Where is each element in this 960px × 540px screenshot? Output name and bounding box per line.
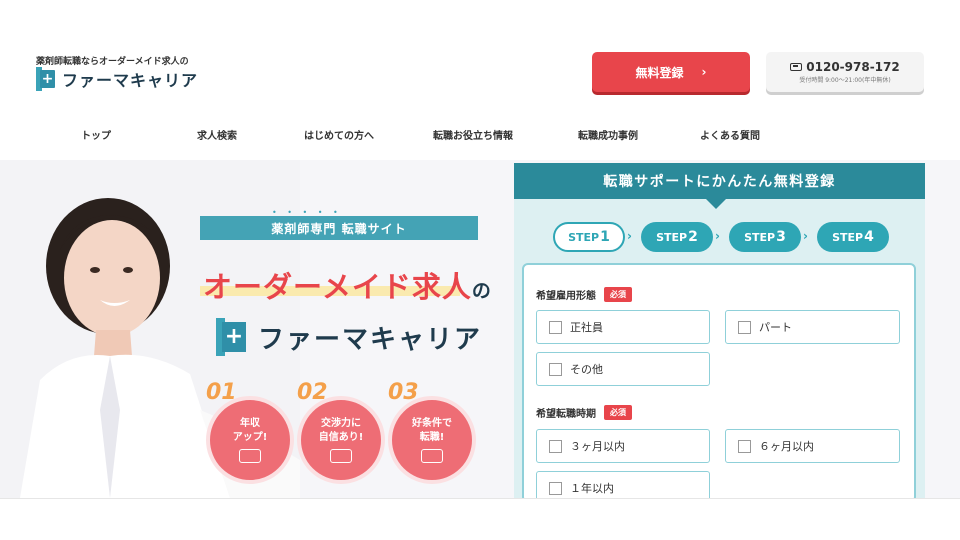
site-header: 薬剤師転職ならオーダーメイド求人の + ファーマキャリア 無料登録 › 0120… (0, 0, 960, 160)
employment-type-label: 希望雇用形態 必須 (536, 287, 632, 302)
feature-salary-up: 年収 アップ! (206, 396, 294, 484)
option-other[interactable]: その他 (536, 352, 710, 386)
phone-contact-button[interactable]: 0120-978-172 受付時間 9:00〜21:00(年中無休) (766, 52, 924, 92)
checkbox[interactable] (549, 362, 562, 376)
phone-number: 0120-978-172 (806, 60, 900, 74)
title-pointer (706, 199, 726, 209)
award-icon (421, 449, 443, 463)
required-badge: 必須 (604, 405, 632, 420)
nav-item-useful-info[interactable]: 転職お役立ち情報 (433, 127, 513, 142)
chevron-right-icon: › (803, 229, 808, 243)
page-bottom-area (0, 498, 960, 540)
registration-title: 転職サポートにかんたん無料登録 (514, 163, 925, 199)
nav-item-success-stories[interactable]: 転職成功事例 (578, 127, 638, 142)
logo-text: ファーマキャリア (62, 71, 199, 90)
site-logo[interactable]: + ファーマキャリア (36, 67, 198, 91)
hero-logo-text: ファーマキャリア (258, 324, 483, 355)
logo-cross-icon: + (36, 67, 56, 91)
hero-headline: オーダーメイド求人の (203, 270, 492, 304)
option-full-time[interactable]: 正社員 (536, 310, 710, 344)
logo-cross-icon: + (216, 318, 248, 356)
site-tagline: 薬剤師転職ならオーダーメイド求人の (36, 57, 189, 67)
phone-hours: 受付時間 9:00〜21:00(年中無休) (799, 77, 891, 84)
chevron-right-icon: › (701, 65, 707, 79)
main-nav: トップ 求人検索 はじめての方へ 転職お役立ち情報 転職成功事例 よくある質問 (0, 127, 960, 143)
register-button-label: 無料登録 (635, 65, 684, 80)
nav-item-top[interactable]: トップ (81, 127, 111, 142)
step-2: STEP 2 (641, 222, 713, 252)
feature-negotiation: 交渉力に 自信あり! (297, 396, 385, 484)
feature-good-conditions: 好条件で 転職! (388, 396, 476, 484)
nav-item-beginners[interactable]: はじめての方へ (304, 127, 374, 142)
option-part-time[interactable]: パート (725, 310, 900, 344)
checkbox[interactable] (549, 439, 562, 453)
transfer-timing-label: 希望転職時期 必須 (536, 405, 632, 420)
checkbox[interactable] (738, 320, 751, 334)
checkbox[interactable] (549, 320, 562, 334)
chart-up-icon (239, 449, 261, 463)
option-within-3-months[interactable]: ３ヶ月以内 (536, 429, 710, 463)
free-register-button[interactable]: 無料登録 › (592, 52, 750, 92)
nav-item-job-search[interactable]: 求人検索 (197, 127, 237, 142)
required-badge: 必須 (604, 287, 632, 302)
option-within-6-months[interactable]: ６ヶ月以内 (725, 429, 900, 463)
phone-icon (790, 63, 803, 71)
handshake-icon (330, 449, 352, 463)
hero-logo: + ファーマキャリア (216, 318, 482, 356)
step-3: STEP 3 (729, 222, 801, 252)
chevron-right-icon: › (715, 229, 720, 243)
checkbox[interactable] (549, 481, 562, 495)
step-1: STEP 1 (553, 222, 625, 252)
step-4: STEP 4 (817, 222, 889, 252)
checkbox[interactable] (738, 439, 751, 453)
chevron-right-icon: › (627, 229, 632, 243)
specialty-banner: 薬剤師専門 転職サイト (200, 216, 478, 240)
nav-item-faq[interactable]: よくある質問 (700, 127, 760, 142)
